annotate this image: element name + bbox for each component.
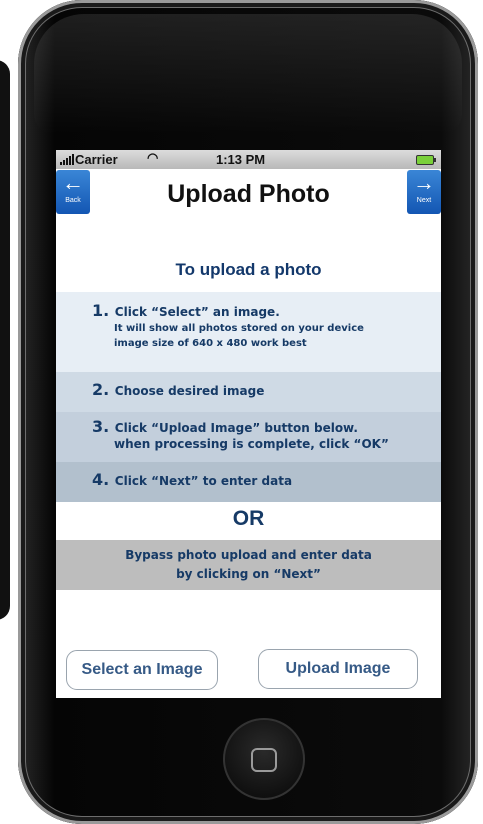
signal-icon [60,154,74,165]
step-continuation: when processing is complete, click “OK” [114,437,389,451]
status-bar: Carrier ◠ 1:13 PM [56,150,441,169]
navigation-bar: ← Back Upload Photo → Next [56,169,441,219]
step-text: Click “Select” an image. [114,305,280,319]
instruction-step-3: 3. Click “Upload Image” button below. wh… [56,412,441,462]
phone-gloss [34,14,462,134]
bypass-line-1: Bypass photo upload and enter data [125,548,372,562]
bypass-notice: Bypass photo upload and enter data by cl… [56,540,441,590]
instruction-step-4: 4. Click “Next” to enter data [56,462,441,502]
bypass-line-2: by clicking on “Next” [176,567,321,581]
battery-icon [416,155,436,165]
status-time: 1:13 PM [216,152,266,167]
step-text: Choose desired image [114,384,265,398]
carrier-label: Carrier [75,152,118,167]
instructions-heading: To upload a photo [175,260,322,279]
step-number: 2. [92,380,110,399]
step-detail: It will show all photos stored on your d… [114,323,364,334]
step-number: 1. [92,301,110,320]
next-button-label: Next [416,197,432,204]
home-square-icon [251,748,277,772]
next-button[interactable]: → Next [407,170,441,214]
instruction-step-1: 1. Click “Select” an image. It will show… [56,292,441,372]
arrow-right-icon: → [413,170,435,195]
upload-image-button[interactable]: Upload Image [258,649,418,689]
or-divider-label: OR [232,507,265,530]
step-number: 3. [92,417,110,436]
app-screen: Carrier ◠ 1:13 PM ← Back Upload Photo → … [56,150,441,698]
page-title: Upload Photo [167,180,330,208]
home-button[interactable] [223,718,305,800]
background-device-edge [0,60,10,620]
step-text: Click “Upload Image” button below. [114,421,358,435]
instruction-step-2: 2. Choose desired image [56,372,441,412]
step-text: Click “Next” to enter data [114,474,293,488]
step-detail: image size of 640 x 480 work best [114,338,307,349]
step-number: 4. [92,470,110,489]
select-image-button[interactable]: Select an Image [66,650,218,690]
wifi-icon: ◠ [147,150,159,165]
